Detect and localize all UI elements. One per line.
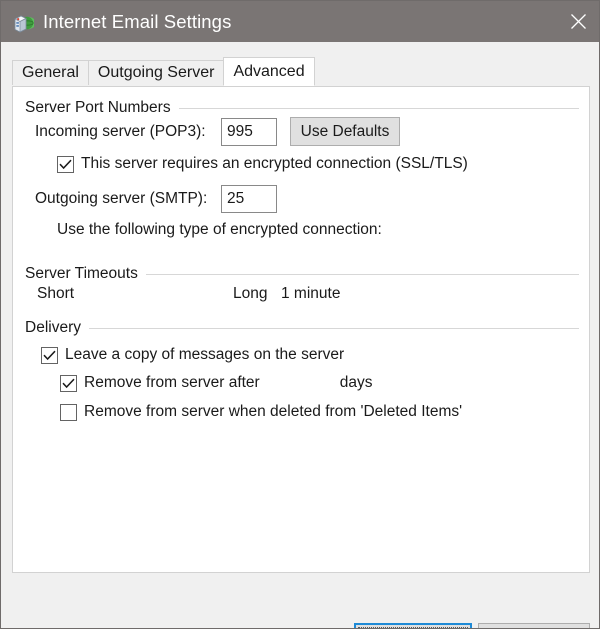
row-server-timeout: Short Long 1 minute [37, 285, 340, 303]
title-bar: Internet Email Settings [1, 1, 599, 42]
incoming-server-label: Incoming server (POP3): [35, 122, 206, 140]
encryption-type-label: Use the following type of encrypted conn… [57, 221, 382, 238]
outgoing-server-port-input[interactable] [221, 185, 277, 213]
group-divider [145, 273, 579, 275]
internet-email-server-icon [12, 11, 36, 33]
timeout-short-label: Short [37, 285, 75, 302]
timeout-long-label: Long [233, 285, 268, 302]
tab-outgoing-server[interactable]: Outgoing Server [87, 60, 225, 85]
group-delivery: Delivery [25, 319, 579, 337]
group-server-timeouts: Server Timeouts [25, 265, 579, 283]
row-remove-when-deleted: Remove from server when deleted from 'De… [60, 403, 462, 421]
group-server-port-numbers: Server Port Numbers [25, 99, 579, 117]
remove-after-checkbox[interactable] [60, 374, 77, 392]
tab-strip: General Outgoing Server Advanced [12, 57, 315, 86]
remove-when-deleted-label: Remove from server when deleted from 'De… [84, 403, 463, 420]
window-title: Internet Email Settings [43, 10, 232, 32]
dialog-footer: OK Cancel [1, 573, 599, 628]
close-button[interactable] [555, 1, 599, 42]
row-leave-copy: Leave a copy of messages on the server [41, 346, 344, 364]
group-divider [178, 107, 579, 109]
days-unit-label: days [339, 374, 373, 391]
timeout-value-label: 1 minute [281, 285, 341, 302]
tab-advanced[interactable]: Advanced [223, 57, 315, 86]
row-outgoing-server: Outgoing server (SMTP): [35, 185, 277, 213]
checkmark-icon [43, 350, 56, 360]
leave-copy-checkbox[interactable] [41, 346, 58, 364]
incoming-server-port-input[interactable] [221, 117, 277, 146]
use-defaults-button[interactable]: Use Defaults [290, 117, 400, 146]
row-ssl-required: This server requires an encrypted connec… [57, 155, 468, 173]
dialog-body: General Outgoing Server Advanced Server … [1, 42, 599, 628]
outgoing-server-label: Outgoing server (SMTP): [35, 190, 208, 207]
tab-panel-advanced: Server Port Numbers Incoming server (POP… [12, 86, 590, 573]
row-remove-after: Remove from server after days [60, 374, 372, 392]
group-title-delivery: Delivery [25, 319, 81, 336]
cancel-button[interactable]: Cancel [478, 623, 590, 628]
remove-after-label: Remove from server after [84, 374, 260, 391]
remove-when-deleted-checkbox[interactable] [60, 403, 77, 421]
ssl-required-label: This server requires an encrypted connec… [81, 155, 468, 172]
row-encryption-type: Use the following type of encrypted conn… [57, 221, 382, 239]
checkmark-icon [62, 378, 75, 388]
group-divider [88, 327, 579, 329]
tab-general[interactable]: General [12, 60, 89, 85]
ssl-required-checkbox[interactable] [57, 155, 74, 173]
row-incoming-server: Incoming server (POP3): Use Defaults [35, 117, 400, 146]
checkmark-icon [59, 159, 72, 169]
ok-button[interactable]: OK [354, 623, 472, 628]
leave-copy-label: Leave a copy of messages on the server [65, 346, 345, 363]
close-icon [570, 14, 586, 29]
internet-email-settings-dialog: Internet Email Settings General Outgoing… [0, 0, 600, 629]
group-title-server-timeouts: Server Timeouts [25, 265, 138, 282]
group-title-server-port-numbers: Server Port Numbers [25, 99, 171, 116]
